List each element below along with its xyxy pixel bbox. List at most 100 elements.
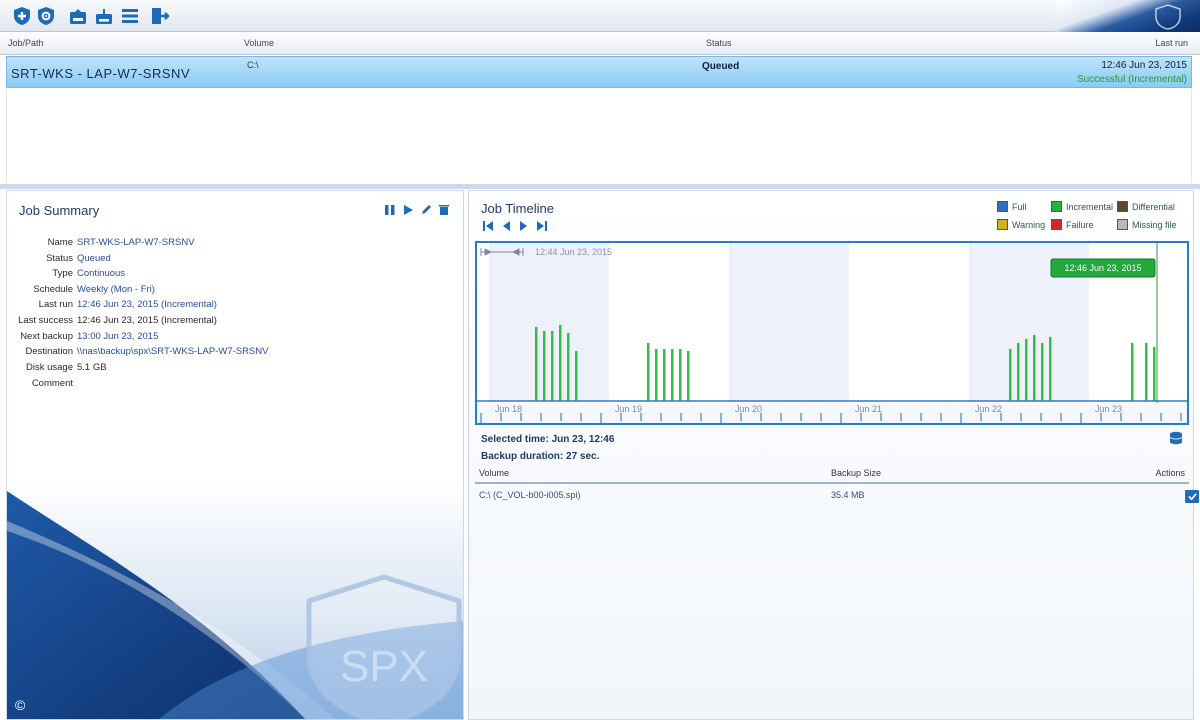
- exit-button[interactable]: [148, 5, 172, 27]
- checkmark-icon: [1187, 493, 1197, 501]
- summary-row-type: Type Continuous: [7, 268, 447, 282]
- next-icon: [520, 221, 527, 231]
- job-row[interactable]: SRT-WKS - LAP-W7-SRSNV C:\ Queued 12:46 …: [6, 56, 1192, 88]
- job-last-run: 12:46 Jun 23, 2015: [1101, 60, 1187, 71]
- delete-button[interactable]: [437, 203, 451, 217]
- incremental-backup-bar: [1041, 343, 1044, 401]
- panel-splitter[interactable]: [0, 184, 1200, 189]
- incremental-backup-bar: [647, 343, 650, 401]
- list-icon: [122, 9, 138, 23]
- summary-label: Next backup: [20, 331, 73, 342]
- shield-gear-icon: [38, 7, 54, 25]
- brand-banner: [1055, 0, 1200, 32]
- incremental-backup-bar: [1131, 343, 1134, 401]
- download-button[interactable]: [92, 5, 116, 27]
- job-summary-title: Job Summary: [19, 203, 100, 218]
- volume-table-header: Volume Backup Size Actions: [475, 466, 1189, 484]
- summary-row-next-backup: Next backup 13:00 Jun 23, 2015: [7, 331, 447, 345]
- legend-label: Differential: [1132, 201, 1175, 212]
- restore-button[interactable]: [66, 5, 90, 27]
- exit-door-icon: [152, 8, 170, 24]
- summary-label: Name: [47, 237, 73, 248]
- incremental-backup-bar: [1033, 335, 1036, 401]
- database-icon[interactable]: [1169, 431, 1183, 445]
- summary-label: Status: [46, 253, 73, 264]
- job-grid-header: Job/Path Volume Status Last run: [0, 33, 1200, 55]
- job-status: Queued: [702, 61, 740, 72]
- column-header-last-run[interactable]: Last run: [1155, 38, 1188, 48]
- summary-value: 13:00 Jun 23, 2015: [77, 331, 159, 342]
- restore-disk-icon: [70, 9, 86, 24]
- list-button[interactable]: [118, 5, 142, 27]
- legend-label: Incremental: [1066, 201, 1114, 212]
- timeline-legend: Full Incremental Differential Warning Fa…: [997, 201, 1187, 233]
- legend-swatch: [997, 201, 1008, 212]
- incremental-backup-bar: [1009, 349, 1012, 401]
- timeline-tick-label: Jun 23: [1095, 404, 1122, 414]
- summary-value[interactable]: Weekly (Mon - Fri): [77, 284, 155, 295]
- timeline-range-label: 12:44 Jun 23, 2015: [535, 247, 612, 257]
- incremental-backup-bar: [543, 331, 546, 401]
- next-button[interactable]: [517, 219, 531, 233]
- timeline-scale-band: [477, 403, 1187, 423]
- last-button[interactable]: [535, 219, 549, 233]
- volume-name: C:\ (C_VOL-b00-i005.spi): [479, 490, 581, 500]
- new-image-job-button[interactable]: [34, 5, 58, 27]
- incremental-backup-bar: [1025, 339, 1028, 401]
- timeline-day-band: [489, 243, 609, 401]
- summary-value[interactable]: \\nas\backup\spx\SRT-WKS-LAP-W7-SRSNV: [77, 346, 268, 357]
- legend-swatch: [997, 219, 1008, 230]
- previous-icon: [503, 221, 510, 231]
- edit-button[interactable]: [419, 203, 433, 217]
- summary-label: Comment: [31, 378, 73, 389]
- timeline-svg: 12:44 Jun 23, 2015 12:46 Jun 23, 2015 Jun …: [477, 243, 1187, 423]
- column-header-job[interactable]: Job/Path: [8, 38, 44, 48]
- brand-shield-icon: [1155, 4, 1181, 30]
- summary-label: Last run: [38, 299, 73, 310]
- first-button[interactable]: [481, 219, 495, 233]
- summary-actions: [383, 203, 451, 217]
- shield-plus-icon: [14, 7, 30, 25]
- legend-swatch: [1117, 219, 1128, 230]
- previous-button[interactable]: [499, 219, 513, 233]
- watermark-text: SPX: [340, 642, 428, 691]
- job-timeline-chart[interactable]: 12:44 Jun 23, 2015 12:46 Jun 23, 2015 Jun …: [475, 241, 1189, 425]
- job-timeline-panel: Job Timeline Full Incremental Differenti…: [468, 190, 1199, 720]
- volume-size: 35.4 MB: [831, 490, 865, 500]
- incremental-backup-bar: [551, 331, 554, 401]
- pause-button[interactable]: [383, 203, 397, 217]
- legend-label: Missing file: [1132, 219, 1177, 230]
- toolbar: [0, 0, 1200, 32]
- job-last-result: Successful (Incremental): [1076, 74, 1187, 85]
- incremental-backup-bar: [1017, 343, 1020, 401]
- pause-icon: [385, 205, 395, 215]
- timeline-day-band: [729, 243, 849, 401]
- incremental-backup-bar: [679, 349, 682, 401]
- incremental-backup-bar: [687, 351, 690, 401]
- column-header-status[interactable]: Status: [706, 38, 732, 48]
- summary-value[interactable]: 12:46 Jun 23, 2015 (Incremental): [77, 299, 217, 310]
- skip-first-icon: [483, 221, 493, 231]
- summary-row-last-success: Last success 12:46 Jun 23, 2015 (Increme…: [7, 315, 447, 329]
- new-job-button[interactable]: [10, 5, 34, 27]
- legend-label: Full: [1012, 201, 1027, 212]
- volume-row[interactable]: C:\ (C_VOL-b00-i005.spi) 35.4 MB: [475, 488, 1199, 504]
- selected-backup-callout-label: 12:46 Jun 23, 2015: [1064, 263, 1141, 273]
- summary-row-status: Status Queued: [7, 253, 447, 267]
- summary-row-disk-usage: Disk usage 5.1 GB: [7, 362, 447, 376]
- summary-value: 12:46 Jun 23, 2015 (Incremental): [77, 315, 217, 326]
- job-volume: C:\: [247, 60, 259, 70]
- summary-value: Queued: [77, 253, 111, 264]
- skip-last-icon: [537, 221, 547, 231]
- summary-value: Continuous: [77, 268, 126, 279]
- play-icon: [404, 205, 413, 215]
- summary-value: SRT-WKS-LAP-W7-SRSNV: [77, 237, 195, 248]
- column-header-volume[interactable]: Volume: [244, 38, 274, 48]
- job-grid-empty-area: [6, 89, 1192, 183]
- run-button[interactable]: [401, 203, 415, 217]
- verify-button[interactable]: [1185, 490, 1199, 503]
- summary-label: Type: [52, 268, 73, 279]
- column-header-volume: Volume: [479, 468, 510, 478]
- legend-warning: Warning: [997, 219, 1045, 230]
- summary-label: Disk usage: [26, 362, 73, 373]
